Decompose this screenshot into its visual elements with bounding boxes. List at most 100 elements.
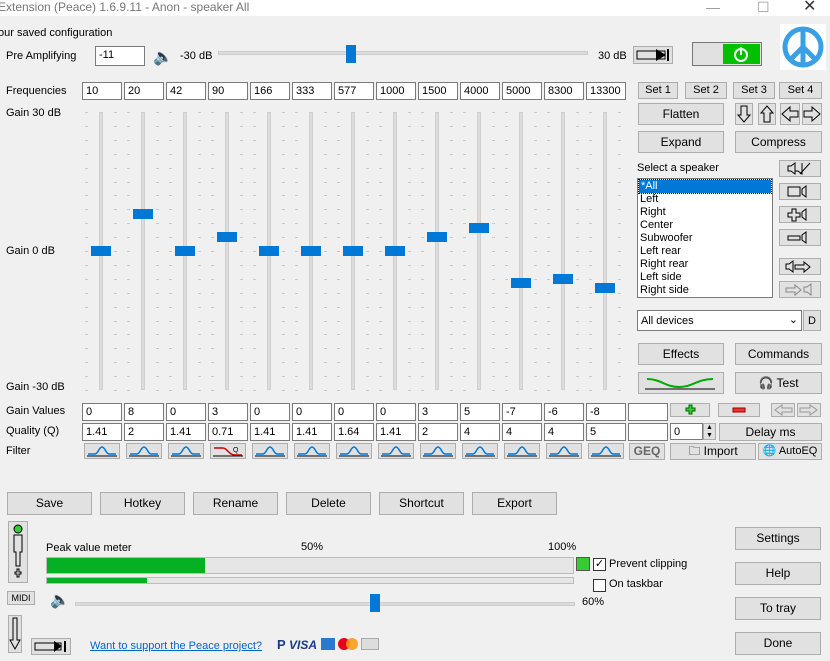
frequency-input[interactable]: 10 (82, 82, 122, 100)
gain-value-input[interactable] (628, 403, 668, 421)
preamp-input[interactable]: -11 (95, 46, 145, 66)
eq-slider-track[interactable] (477, 112, 481, 390)
filter-type-button[interactable] (126, 443, 162, 459)
frequency-input[interactable]: 5000 (502, 82, 542, 100)
prevent-clipping-checkbox[interactable]: ✓ (593, 558, 606, 571)
frequency-input[interactable]: 8300 (544, 82, 584, 100)
on-taskbar-checkbox[interactable] (593, 579, 606, 592)
set3-button[interactable]: Set 3 (733, 82, 775, 99)
delay-spinner[interactable]: ▲ ▼ (703, 423, 716, 440)
gain-value-input[interactable]: 0 (250, 403, 290, 421)
expand-button[interactable]: Expand (638, 131, 724, 153)
arrow-swap-button[interactable] (633, 46, 673, 64)
filter-type-button[interactable] (252, 443, 288, 459)
filter-type-button[interactable]: Q (210, 443, 246, 459)
eq-slider-track[interactable] (519, 112, 523, 390)
filter-type-button[interactable] (294, 443, 330, 459)
arrow-box-button[interactable] (31, 638, 71, 655)
eq-slider-thumb[interactable] (427, 232, 447, 243)
eq-slider-thumb[interactable] (553, 273, 573, 284)
gain-value-input[interactable]: 0 (166, 403, 206, 421)
scroll-left-button[interactable] (771, 403, 795, 417)
frequency-input[interactable]: 4000 (460, 82, 500, 100)
gain-value-input[interactable]: 5 (460, 403, 500, 421)
rename-button[interactable]: Rename (193, 492, 278, 515)
speaker-list-item[interactable]: Left (638, 193, 772, 206)
help-button[interactable]: Help (735, 562, 821, 585)
speaker-list-item[interactable]: Right side (638, 284, 772, 297)
hotkey-button[interactable]: Hotkey (100, 492, 185, 515)
filter-type-button[interactable] (168, 443, 204, 459)
device-d-button[interactable]: D (803, 310, 821, 331)
quality-input[interactable] (628, 423, 668, 441)
preamp-slider[interactable] (218, 51, 588, 55)
frequency-input[interactable]: 42 (166, 82, 206, 100)
speaker-copy-button[interactable] (779, 281, 821, 298)
gain-value-input[interactable]: 3 (418, 403, 458, 421)
scroll-right-button[interactable] (797, 403, 821, 417)
eq-slider-thumb[interactable] (133, 208, 153, 219)
person-button[interactable] (8, 521, 28, 583)
down-button[interactable] (8, 615, 22, 653)
gain-value-input[interactable]: -7 (502, 403, 542, 421)
midi-button[interactable]: MIDI (7, 591, 35, 605)
quality-input[interactable]: 1.64 (334, 423, 374, 441)
maximize-button[interactable]: ☐ (757, 0, 770, 14)
quality-input[interactable]: 1.41 (376, 423, 416, 441)
gain-value-input[interactable]: 0 (334, 403, 374, 421)
volume-slider[interactable] (75, 602, 575, 606)
speaker-list-item[interactable]: Left rear (638, 245, 772, 258)
eq-slider-thumb[interactable] (259, 246, 279, 256)
eq-slider-thumb[interactable] (217, 232, 237, 243)
eq-slider-track[interactable] (435, 112, 439, 390)
speaker-forward-button[interactable] (779, 258, 821, 275)
filter-type-button[interactable] (336, 443, 372, 459)
delete-button[interactable]: Delete (286, 492, 371, 515)
gain-value-input[interactable]: -6 (544, 403, 584, 421)
close-button[interactable]: ✕ (803, 0, 816, 15)
speaker-list[interactable]: *All Left Right Center Subwoofer Left rear Rig… (637, 178, 773, 298)
add-band-button[interactable] (670, 403, 710, 417)
quality-input[interactable]: 4 (544, 423, 584, 441)
settings-button[interactable]: Settings (735, 527, 821, 550)
add-speaker-button[interactable] (779, 206, 821, 223)
frequency-input[interactable]: 1000 (376, 82, 416, 100)
quality-input[interactable]: 4 (502, 423, 542, 441)
effects-button[interactable]: Effects (638, 343, 724, 365)
filter-type-button[interactable] (84, 443, 120, 459)
to-tray-button[interactable]: To tray (735, 597, 821, 620)
filter-type-button[interactable] (420, 443, 456, 459)
speaker-list-item[interactable]: Center (638, 219, 772, 232)
eq-slider-thumb[interactable] (511, 278, 531, 289)
eq-slider-track[interactable] (225, 112, 229, 390)
speaker-list-item[interactable]: Subwoofer (638, 232, 772, 245)
frequency-input[interactable]: 20 (124, 82, 164, 100)
speaker-icon[interactable]: 🔈 (153, 47, 173, 67)
frequency-input[interactable]: 90 (208, 82, 248, 100)
support-link[interactable]: Want to support the Peace project? (90, 640, 262, 652)
eq-slider-thumb[interactable] (343, 246, 363, 256)
commands-button[interactable]: Commands (735, 343, 822, 365)
eq-slider-thumb[interactable] (91, 246, 111, 256)
filter-type-button[interactable] (378, 443, 414, 459)
frequency-input[interactable]: 13300 (586, 82, 626, 100)
gain-value-input[interactable]: 0 (376, 403, 416, 421)
remove-speaker-button[interactable] (779, 229, 821, 246)
filter-type-button[interactable] (588, 443, 624, 459)
gain-value-input[interactable]: 0 (82, 403, 122, 421)
set4-button[interactable]: Set 4 (779, 82, 822, 99)
filter-type-button[interactable] (462, 443, 498, 459)
volume-thumb[interactable] (370, 594, 380, 612)
quality-input[interactable]: 4 (460, 423, 500, 441)
gain-value-input[interactable]: 8 (124, 403, 164, 421)
frequency-input[interactable]: 166 (250, 82, 290, 100)
eq-slider-thumb[interactable] (301, 246, 321, 256)
eq-slider-track[interactable] (141, 112, 145, 390)
quality-input[interactable]: 0.71 (208, 423, 248, 441)
device-select[interactable]: All devices ⌄ (637, 310, 802, 331)
frequency-input[interactable]: 333 (292, 82, 332, 100)
speaker-list-item[interactable]: Right (638, 206, 772, 219)
eq-slider-thumb[interactable] (595, 283, 615, 294)
remove-band-button[interactable] (718, 403, 760, 417)
volume-icon[interactable]: 🔈 (50, 590, 70, 610)
